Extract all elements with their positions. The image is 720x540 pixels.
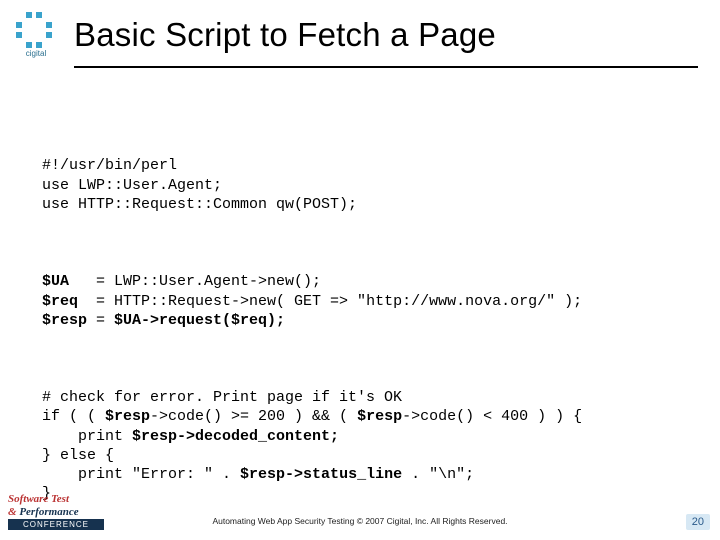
logo-text: cigital xyxy=(26,49,47,58)
code-var: $resp xyxy=(42,312,87,329)
code-listing: #!/usr/bin/perl use LWP::User.Agent; use… xyxy=(42,118,690,540)
code-line: use HTTP::Request::Common qw(POST); xyxy=(42,196,357,213)
code-text: print xyxy=(42,428,132,445)
code-line: # check for error. Print page if it's OK xyxy=(42,389,402,406)
code-call: $resp->decoded_content; xyxy=(132,428,339,445)
code-text: . "\n"; xyxy=(402,466,474,483)
code-line: use LWP::User.Agent; xyxy=(42,177,222,194)
code-text: ->code() >= 200 ) && ( xyxy=(150,408,357,425)
svg-text:Software Test: Software Test xyxy=(8,493,70,505)
logo-icon: cigital xyxy=(12,10,60,58)
code-var: $resp xyxy=(357,408,402,425)
footer-copyright: Automating Web App Security Testing © 20… xyxy=(0,516,720,526)
code-call: $UA->request($req); xyxy=(114,312,285,329)
code-block-2: $UA = LWP::User.Agent->new(); $req = HTT… xyxy=(42,272,690,330)
code-text: if ( ( xyxy=(42,408,105,425)
title-rule xyxy=(74,66,698,68)
code-line: } else { xyxy=(42,447,114,464)
cigital-logo: cigital xyxy=(12,10,60,58)
code-text: ->code() < 400 ) ) { xyxy=(402,408,582,425)
code-block-1: #!/usr/bin/perl use LWP::User.Agent; use… xyxy=(42,156,690,214)
code-text: = LWP::User.Agent->new(); xyxy=(69,273,321,290)
slide-title: Basic Script to Fetch a Page xyxy=(74,16,496,54)
code-block-3: # check for error. Print page if it's OK… xyxy=(42,388,690,503)
code-var: $req xyxy=(42,293,78,310)
page-number: 20 xyxy=(686,514,710,530)
code-text: print "Error: " . xyxy=(42,466,240,483)
code-line: #!/usr/bin/perl xyxy=(42,157,177,174)
code-text: = HTTP::Request->new( GET => "http://www… xyxy=(78,293,582,310)
code-call: $resp->status_line xyxy=(240,466,402,483)
code-var: $resp xyxy=(105,408,150,425)
code-text: = xyxy=(87,312,114,329)
slide: cigital Basic Script to Fetch a Page #!/… xyxy=(0,0,720,540)
code-var: $UA xyxy=(42,273,69,290)
conf-l1: Software Test xyxy=(8,493,70,505)
